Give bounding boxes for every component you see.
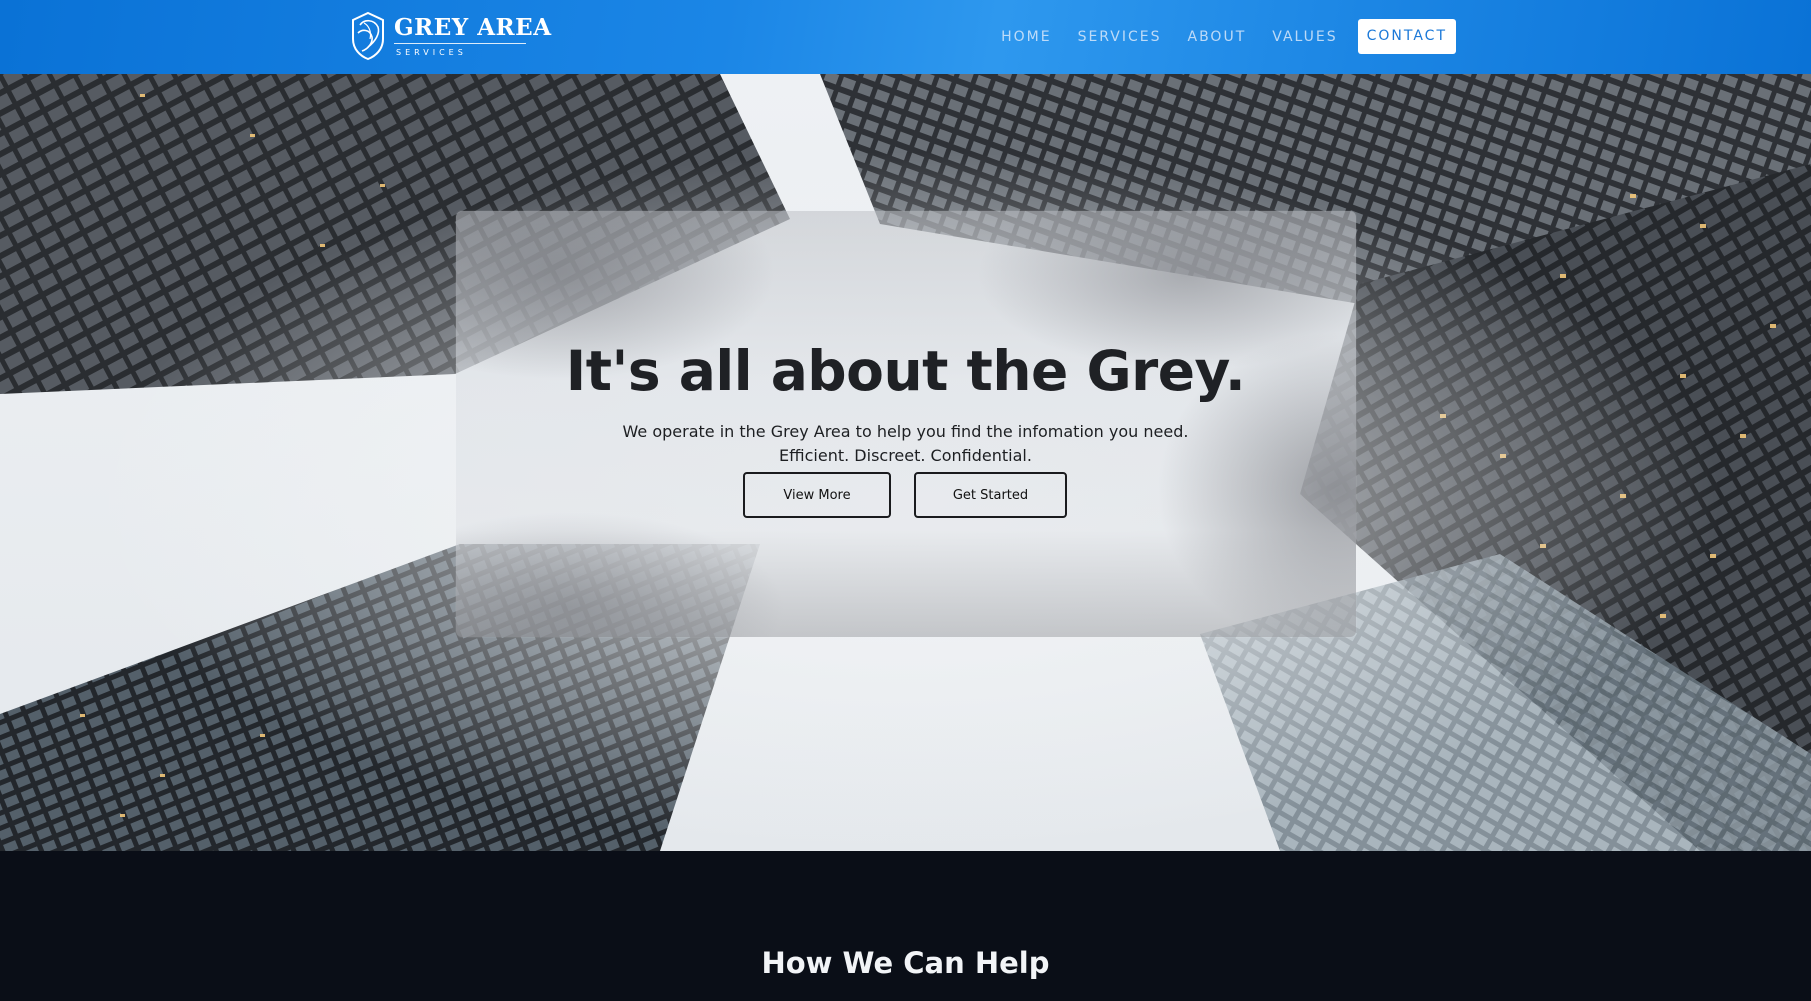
nav-about[interactable]: ABOUT: [1188, 29, 1247, 45]
nav-home[interactable]: HOME: [1001, 29, 1051, 45]
brand-divider: [394, 42, 526, 44]
brand-logo[interactable]: GREY AREA SERVICES: [350, 10, 552, 62]
hero-section: It's all about the Grey. We operate in t…: [0, 74, 1811, 851]
brand-name: GREY AREA: [394, 13, 552, 41]
get-started-button[interactable]: Get Started: [914, 472, 1067, 518]
hero-title: It's all about the Grey.: [565, 339, 1246, 403]
nav-services[interactable]: SERVICES: [1078, 29, 1162, 45]
view-more-button[interactable]: View More: [743, 472, 891, 518]
hero-buttons: View More Get Started: [743, 472, 1067, 518]
nav-contact-button[interactable]: CONTACT: [1357, 19, 1456, 54]
brand-tagline: SERVICES: [396, 47, 467, 57]
hero-subtitle: We operate in the Grey Area to help you …: [0, 420, 1811, 468]
nav-values[interactable]: VALUES: [1272, 29, 1337, 45]
top-navbar: GREY AREA SERVICES HOME SERVICES ABOUT V…: [0, 0, 1811, 74]
hero-subtitle-line2: Efficient. Discreet. Confidential.: [779, 446, 1032, 465]
hero-subtitle-line1: We operate in the Grey Area to help you …: [622, 422, 1189, 441]
main-menu: HOME SERVICES ABOUT VALUES CONTACT: [975, 19, 1456, 54]
services-section: How We Can Help: [0, 851, 1811, 1001]
shield-logo-icon: [352, 11, 384, 61]
section-title: How We Can Help: [761, 946, 1050, 980]
